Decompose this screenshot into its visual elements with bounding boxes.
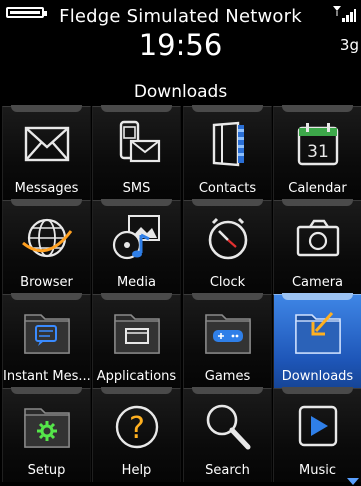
- address-book-icon: [202, 119, 254, 169]
- downloads-folder-icon: [292, 307, 344, 357]
- app-tile-camera[interactable]: Camera: [273, 199, 361, 294]
- tile-tab: [192, 105, 263, 112]
- carrier-name: Fledge Simulated Network: [59, 6, 302, 27]
- calendar-icon: 31: [292, 119, 344, 169]
- status-bar: Fledge Simulated Network 19:56 3g Downlo…: [0, 0, 361, 102]
- envelope-icon: [21, 119, 73, 169]
- app-label: Music: [299, 463, 336, 478]
- tile-tab: [192, 293, 263, 300]
- app-label: SMS: [122, 181, 151, 196]
- app-label: Clock: [209, 275, 246, 290]
- app-label: Games: [204, 369, 251, 384]
- tile-tab: [282, 293, 353, 300]
- app-label: Camera: [291, 275, 344, 290]
- music-play-icon: [292, 401, 344, 451]
- chat-folder-icon: [21, 307, 73, 357]
- app-grid: Messages SMS Contacts 31 Calendar Browser Medi…: [0, 105, 361, 486]
- app-label: Help: [121, 463, 152, 478]
- tile-tab: [11, 387, 82, 394]
- clock-time: 19:56: [138, 28, 223, 62]
- scroll-down-indicator: [347, 478, 359, 485]
- tile-tab: [101, 105, 172, 112]
- applications-folder-icon: [111, 307, 163, 357]
- app-label: Search: [205, 463, 250, 478]
- app-label: Calendar: [288, 181, 347, 196]
- tile-tab: [101, 387, 172, 394]
- app-tile-setup[interactable]: Setup: [2, 387, 91, 482]
- sms-icon: [111, 119, 163, 169]
- app-tile-search[interactable]: Search: [183, 387, 272, 482]
- tile-tab: [101, 293, 172, 300]
- app-tile-calendar[interactable]: 31 Calendar: [273, 105, 361, 200]
- svg-text:31: 31: [307, 142, 329, 162]
- app-label: Setup: [27, 463, 66, 478]
- app-tile-media[interactable]: Media: [92, 199, 181, 294]
- camera-icon: [292, 213, 344, 263]
- media-icon: [111, 213, 163, 263]
- tile-tab: [282, 387, 353, 394]
- tile-tab: [11, 293, 82, 300]
- app-tile-games[interactable]: Games: [183, 293, 272, 388]
- app-tile-instant-mes[interactable]: Instant Mes...: [2, 293, 91, 388]
- signal-strength-icon: [333, 6, 356, 22]
- app-label: Applications: [96, 369, 177, 384]
- app-label: Messages: [14, 181, 79, 196]
- tile-tab: [192, 387, 263, 394]
- network-type: 3g: [339, 36, 359, 54]
- app-label: Instant Mes...: [3, 369, 90, 384]
- gamepad-folder-icon: [202, 307, 254, 357]
- app-tile-browser[interactable]: Browser: [2, 199, 91, 294]
- setup-folder-icon: [21, 401, 73, 451]
- app-tile-applications[interactable]: Applications: [92, 293, 181, 388]
- app-label: Contacts: [198, 181, 257, 196]
- tile-tab: [282, 105, 353, 112]
- app-label: Browser: [20, 275, 73, 290]
- tile-tab: [101, 199, 172, 206]
- app-tile-downloads[interactable]: Downloads: [273, 293, 361, 388]
- globe-icon: [21, 213, 73, 263]
- tile-tab: [11, 199, 82, 206]
- magnifier-icon: [202, 401, 254, 451]
- app-tile-sms[interactable]: SMS: [92, 105, 181, 200]
- app-tile-help[interactable]: ? Help: [92, 387, 181, 482]
- tile-tab: [192, 199, 263, 206]
- app-tile-messages[interactable]: Messages: [2, 105, 91, 200]
- tile-tab: [282, 199, 353, 206]
- svg-text:?: ?: [129, 411, 145, 446]
- tile-tab: [11, 105, 82, 112]
- app-label: Media: [116, 275, 157, 290]
- folder-title: Downloads: [133, 82, 228, 102]
- app-label: Downloads: [281, 369, 354, 384]
- clock-icon: [202, 213, 254, 263]
- help-icon: ?: [111, 401, 163, 451]
- app-tile-contacts[interactable]: Contacts: [183, 105, 272, 200]
- app-tile-music[interactable]: Music: [273, 387, 361, 482]
- app-tile-clock[interactable]: Clock: [183, 199, 272, 294]
